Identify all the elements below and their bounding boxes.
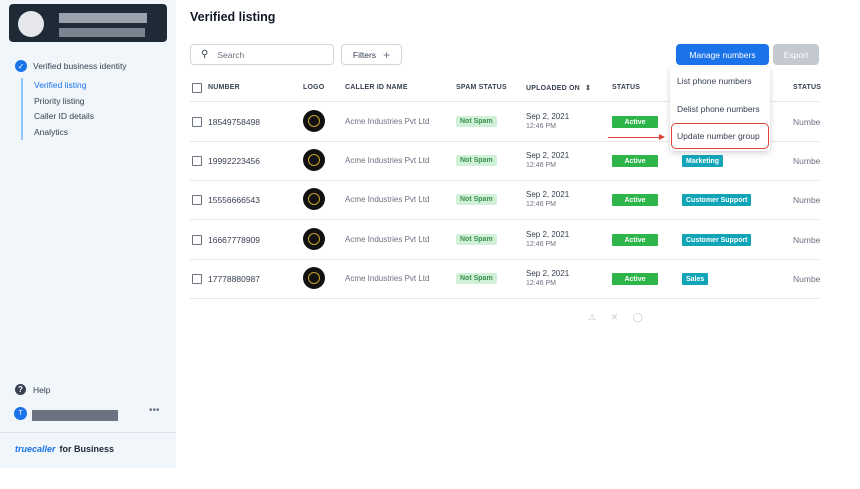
account-switcher[interactable]	[9, 4, 167, 42]
caller-id-name: Acme Industries Pvt Ltd	[345, 235, 430, 244]
phone-number: 15556666543	[208, 195, 261, 205]
filters-label: Filters	[352, 49, 377, 60]
company-logo	[303, 110, 325, 132]
column-header-logo: LOGO	[303, 84, 325, 91]
nav-section-verified-business-identity[interactable]: ✓ Verified business identity	[15, 60, 127, 72]
status-badge: Active	[612, 273, 658, 285]
row-divider	[190, 298, 819, 299]
sort-icon: ⇕	[584, 85, 592, 92]
highlight-box	[671, 123, 769, 149]
uploaded-on: Sep 2, 2021 12:46 PM	[526, 269, 570, 287]
caller-id-name: Acme Industries Pvt Ltd	[345, 195, 430, 204]
annotation-arrow	[608, 137, 660, 138]
column-header-number: NUMBER	[208, 84, 240, 91]
number-type: Numbe	[793, 235, 820, 245]
sidebar-divider	[0, 432, 176, 433]
uploaded-on: Sep 2, 2021 12:46 PM	[526, 230, 570, 248]
company-logo	[303, 188, 325, 210]
sidebar-item-priority-listing[interactable]: Priority listing	[34, 94, 94, 110]
sidebar-item-analytics[interactable]: Analytics	[34, 125, 94, 141]
help-link[interactable]: ? Help	[15, 384, 50, 395]
account-name-redacted	[59, 13, 147, 23]
phone-number: 19992223456	[208, 156, 261, 166]
help-icon: ?	[15, 384, 26, 395]
filters-button[interactable]: Filters +	[341, 44, 402, 65]
group-badge: Marketing	[682, 155, 724, 167]
uploaded-on: Sep 2, 2021 12:46 PM	[526, 190, 570, 208]
spam-badge: Not Spam	[456, 194, 497, 205]
phone-number: 16667778909	[208, 235, 261, 245]
spam-badge: Not Spam	[456, 273, 497, 284]
company-logo	[303, 267, 325, 289]
group-badge: Customer Support	[682, 234, 752, 246]
group-badge: Customer Support	[682, 194, 752, 206]
company-logo	[303, 228, 325, 250]
column-header-status: STATUS	[612, 84, 641, 91]
column-header-spam-status: SPAM STATUS	[456, 84, 507, 91]
arrow-head-icon	[659, 134, 665, 140]
brand-suffix: for Business	[59, 444, 115, 454]
row-checkbox[interactable]	[192, 195, 202, 205]
brand-name: truecaller	[15, 444, 56, 454]
account-email-redacted	[59, 28, 145, 37]
status-badge: Active	[612, 155, 658, 167]
column-header-uploaded-on[interactable]: UPLOADED ON ⇕	[526, 84, 591, 92]
caller-id-name: Acme Industries Pvt Ltd	[345, 274, 430, 283]
column-header-status-2: STATUS	[793, 84, 822, 91]
phone-number: 17778880987	[208, 274, 261, 284]
pager-icons: ⚠ ✕ ◯	[588, 312, 649, 322]
page-title: Verified listing	[190, 10, 276, 24]
status-badge: Active	[612, 116, 658, 128]
export-button[interactable]: Export	[773, 44, 819, 65]
user-name-redacted	[32, 410, 118, 421]
spam-badge: Not Spam	[456, 116, 497, 127]
brand-logo: truecaller for Business	[15, 444, 114, 454]
row-divider	[190, 180, 819, 181]
menu-item-delist-phone-numbers[interactable]: Delist phone numbers	[677, 104, 760, 114]
nav-list: Verified listing Priority listing Caller…	[21, 78, 94, 140]
row-checkbox[interactable]	[192, 274, 202, 284]
sidebar-item-caller-id-details[interactable]: Caller ID details	[34, 109, 94, 125]
number-type: Numbe	[793, 195, 820, 205]
row-divider	[190, 259, 819, 260]
sidebar: ✓ Verified business identity Verified li…	[0, 0, 176, 468]
status-badge: Active	[612, 194, 658, 206]
more-options-icon[interactable]: •••	[149, 405, 160, 416]
help-label: Help	[33, 384, 51, 395]
search-icon: ⚲	[201, 49, 209, 60]
row-checkbox[interactable]	[192, 156, 202, 166]
uploaded-on: Sep 2, 2021 12:46 PM	[526, 151, 570, 169]
search-input[interactable]: ⚲ Search	[190, 44, 334, 65]
account-avatar	[18, 11, 44, 37]
company-logo	[303, 149, 325, 171]
select-all-checkbox[interactable]	[192, 83, 202, 93]
plus-icon: +	[383, 47, 391, 62]
user-avatar: T	[14, 407, 27, 420]
group-badge: Sales	[682, 273, 709, 285]
number-type: Numbe	[793, 274, 820, 284]
check-circle-icon: ✓	[15, 60, 27, 72]
column-header-caller-id-name: CALLER ID NAME	[345, 84, 408, 91]
number-type: Numbe	[793, 117, 820, 127]
status-badge: Active	[612, 234, 658, 246]
spam-badge: Not Spam	[456, 234, 497, 245]
spam-badge: Not Spam	[456, 155, 497, 166]
row-checkbox[interactable]	[192, 235, 202, 245]
caller-id-name: Acme Industries Pvt Ltd	[345, 156, 430, 165]
uploaded-on: Sep 2, 2021 12:46 PM	[526, 112, 570, 130]
sidebar-item-verified-listing[interactable]: Verified listing	[34, 78, 94, 94]
search-placeholder: Search	[217, 49, 245, 60]
user-profile[interactable]: T •••	[14, 405, 164, 423]
row-divider	[190, 219, 819, 220]
manage-numbers-button[interactable]: Manage numbers	[676, 44, 769, 65]
phone-number: 18549758498	[208, 117, 261, 127]
menu-item-list-phone-numbers[interactable]: List phone numbers	[677, 76, 752, 86]
number-type: Numbe	[793, 156, 820, 166]
caller-id-name: Acme Industries Pvt Ltd	[345, 117, 430, 126]
row-checkbox[interactable]	[192, 117, 202, 127]
nav-section-label: Verified business identity	[33, 61, 127, 71]
